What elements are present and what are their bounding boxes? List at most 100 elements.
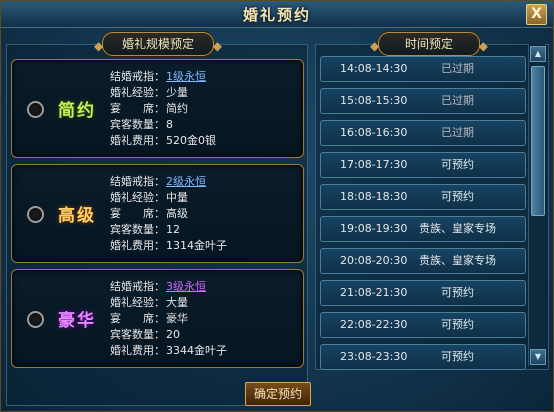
field-key: 婚礼经验： xyxy=(110,296,165,309)
option-simple[interactable]: 简约 结婚戒指：1级永恒 婚礼经验：少量 宴 席：简约 宾客数量：8 婚礼费用：… xyxy=(11,59,304,158)
field-value: 520金0银 xyxy=(166,134,216,147)
ring-link[interactable]: 2级永恒 xyxy=(166,175,206,188)
time-slot[interactable]: 16:08-16:30 已过期 xyxy=(320,120,526,146)
ring-row: 结婚戒指：2级永恒 xyxy=(110,174,296,190)
time-slot[interactable]: 23:08-23:30 可预约 xyxy=(320,344,526,370)
slot-time: 19:08-19:30 xyxy=(340,222,408,235)
slot-status: 可预约 xyxy=(441,318,474,331)
time-slot[interactable]: 22:08-22:30 可预约 xyxy=(320,312,526,338)
exp-row: 婚礼经验：大量 xyxy=(110,295,296,311)
title-bar[interactable]: 婚礼预约 X xyxy=(1,1,553,28)
field-value: 3344金叶子 xyxy=(166,344,227,357)
window-title: 婚礼预约 xyxy=(242,6,311,24)
ornament-icon: ◆ xyxy=(94,39,104,53)
cost-row: 婚礼费用：1314金叶子 xyxy=(110,238,296,254)
slot-time: 21:08-21:30 xyxy=(340,286,408,299)
option-details: 结婚戒指：2级永恒 婚礼经验：中量 宴 席：高级 宾客数量：12 婚礼费用：13… xyxy=(110,174,296,254)
field-key: 宴 席： xyxy=(110,207,165,220)
field-value: 8 xyxy=(166,118,173,131)
field-value: 简约 xyxy=(166,102,188,115)
scroll-up-arrow-icon[interactable]: ▲ xyxy=(530,46,546,62)
scale-section-header: ◆ 婚礼规模预定 ◆ xyxy=(94,32,222,56)
field-key: 婚礼经验： xyxy=(110,191,165,204)
guests-row: 宾客数量：12 xyxy=(110,222,296,238)
field-key: 宴 席： xyxy=(110,312,165,325)
tier-label-luxury: 豪华 xyxy=(58,311,96,331)
radio-simple[interactable] xyxy=(27,101,44,118)
slot-status: 可预约 xyxy=(441,190,474,203)
field-value: 少量 xyxy=(166,86,188,99)
field-value: 中量 xyxy=(166,191,188,204)
feast-row: 宴 席：豪华 xyxy=(110,311,296,327)
slot-time: 22:08-22:30 xyxy=(340,318,408,331)
slot-time: 14:08-14:30 xyxy=(340,62,408,75)
slot-time: 23:08-23:30 xyxy=(340,350,408,363)
field-key: 婚礼经验： xyxy=(110,86,165,99)
field-value: 大量 xyxy=(166,296,188,309)
slot-status: 已过期 xyxy=(441,126,474,139)
tier-label-advanced: 高级 xyxy=(58,206,96,226)
slot-status: 已过期 xyxy=(441,62,474,75)
field-key: 婚礼费用： xyxy=(110,344,165,357)
ring-row: 结婚戒指：3级永恒 xyxy=(110,279,296,295)
slot-time: 15:08-15:30 xyxy=(340,94,408,107)
ornament-icon: ◆ xyxy=(370,39,380,53)
time-slot[interactable]: 18:08-18:30 可预约 xyxy=(320,184,526,210)
ornament-icon: ◆ xyxy=(212,39,222,53)
slot-status: 可预约 xyxy=(441,286,474,299)
field-key: 结婚戒指： xyxy=(110,280,165,293)
option-luxury[interactable]: 豪华 结婚戒指：3级永恒 婚礼经验：大量 宴 席：豪华 宾客数量：20 婚礼费用… xyxy=(11,269,304,368)
exp-row: 婚礼经验：中量 xyxy=(110,190,296,206)
slot-status: 可预约 xyxy=(441,350,474,363)
time-section-title: 时间预定 xyxy=(404,37,453,51)
feast-row: 宴 席：简约 xyxy=(110,101,296,117)
field-key: 结婚戒指： xyxy=(110,70,165,83)
field-value: 高级 xyxy=(166,207,188,220)
time-scrollbar[interactable]: ▲ ▼ xyxy=(528,44,546,366)
field-key: 宾客数量： xyxy=(110,328,165,341)
cost-row: 婚礼费用：520金0银 xyxy=(110,133,296,149)
slot-time: 17:08-17:30 xyxy=(340,158,408,171)
ornament-icon: ◆ xyxy=(478,39,488,53)
time-slot[interactable]: 19:08-19:30 贵族、皇家专场 xyxy=(320,216,526,242)
slot-status: 已过期 xyxy=(441,94,474,107)
time-slot[interactable]: 17:08-17:30 可预约 xyxy=(320,152,526,178)
time-slot[interactable]: 14:08-14:30 已过期 xyxy=(320,56,526,82)
cost-row: 婚礼费用：3344金叶子 xyxy=(110,343,296,359)
scroll-down-arrow-icon[interactable]: ▼ xyxy=(530,349,546,365)
slot-status: 贵族、皇家专场 xyxy=(419,254,496,267)
ring-link[interactable]: 1级永恒 xyxy=(166,70,206,83)
tier-label-simple: 简约 xyxy=(58,101,96,121)
time-slot[interactable]: 21:08-21:30 可预约 xyxy=(320,280,526,306)
guests-row: 宾客数量：8 xyxy=(110,117,296,133)
slot-time: 18:08-18:30 xyxy=(340,190,408,203)
feast-row: 宴 席：高级 xyxy=(110,206,296,222)
scroll-thumb[interactable] xyxy=(531,66,545,216)
field-key: 宾客数量： xyxy=(110,223,165,236)
time-slot[interactable]: 20:08-20:30 贵族、皇家专场 xyxy=(320,248,526,274)
field-value: 1314金叶子 xyxy=(166,239,227,252)
option-details: 结婚戒指：3级永恒 婚礼经验：大量 宴 席：豪华 宾客数量：20 婚礼费用：33… xyxy=(110,279,296,359)
close-button[interactable]: X xyxy=(526,4,547,25)
ring-link[interactable]: 3级永恒 xyxy=(166,280,206,293)
radio-advanced[interactable] xyxy=(27,206,44,223)
ring-row: 结婚戒指：1级永恒 xyxy=(110,69,296,85)
slot-status: 可预约 xyxy=(441,158,474,171)
slot-time: 20:08-20:30 xyxy=(340,254,408,267)
field-value: 豪华 xyxy=(166,312,188,325)
exp-row: 婚礼经验：少量 xyxy=(110,85,296,101)
field-key: 婚礼费用： xyxy=(110,239,165,252)
confirm-reservation-button[interactable]: 确定预约 xyxy=(245,382,311,406)
field-value: 20 xyxy=(166,328,180,341)
slot-status: 贵族、皇家专场 xyxy=(419,222,496,235)
slot-time: 16:08-16:30 xyxy=(340,126,408,139)
option-advanced[interactable]: 高级 结婚戒指：2级永恒 婚礼经验：中量 宴 席：高级 宾客数量：12 婚礼费用… xyxy=(11,164,304,263)
option-details: 结婚戒指：1级永恒 婚礼经验：少量 宴 席：简约 宾客数量：8 婚礼费用：520… xyxy=(110,69,296,149)
field-key: 婚礼费用： xyxy=(110,134,165,147)
scale-section-title: 婚礼规模预定 xyxy=(121,37,194,51)
guests-row: 宾客数量：20 xyxy=(110,327,296,343)
radio-luxury[interactable] xyxy=(27,311,44,328)
field-key: 结婚戒指： xyxy=(110,175,165,188)
time-slot[interactable]: 15:08-15:30 已过期 xyxy=(320,88,526,114)
field-key: 宴 席： xyxy=(110,102,165,115)
